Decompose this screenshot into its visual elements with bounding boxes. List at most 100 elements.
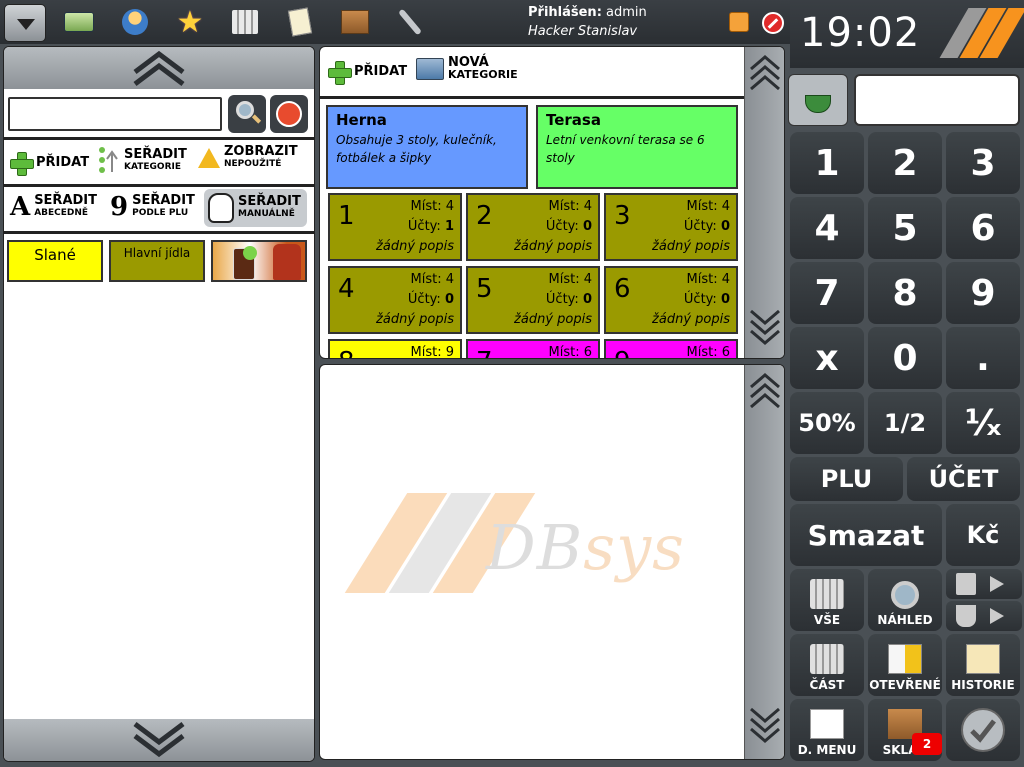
favorite-button[interactable] bbox=[270, 95, 308, 133]
sort-manual-button[interactable]: SEŘADIT MANUÁLNĚ bbox=[204, 189, 307, 227]
alpha-sort-icon: A bbox=[10, 192, 31, 222]
category-list: Slané Hlavní jídla bbox=[4, 231, 314, 283]
accounts-value: 0 bbox=[582, 292, 592, 307]
category-main-dishes[interactable]: Hlavní jídla bbox=[109, 240, 205, 282]
move-account-button[interactable] bbox=[946, 569, 1022, 599]
tables-toolbar: PŘIDAT NOVÁ KATEGORIE bbox=[320, 47, 744, 99]
category-label: Hlavní jídla bbox=[123, 246, 191, 260]
key-dot[interactable]: . bbox=[946, 327, 1020, 389]
key-0[interactable]: 0 bbox=[868, 327, 942, 389]
keypad-display[interactable] bbox=[854, 74, 1020, 126]
sort-plu-button[interactable]: 9 SEŘADIT PODLE PLU bbox=[110, 194, 195, 220]
table-item[interactable]: 5 Míst: 4 Účty: 0 žádný popis bbox=[466, 266, 600, 334]
historie-button[interactable]: HISTORIE bbox=[946, 634, 1020, 696]
clipboard-icon bbox=[956, 573, 976, 595]
confirm-button[interactable] bbox=[946, 699, 1020, 761]
add-room-button[interactable]: PŘIDAT bbox=[328, 61, 407, 85]
table-item[interactable]: 4 Míst: 4 Účty: 0 žádný popis bbox=[328, 266, 462, 334]
order-panel: DBsys bbox=[319, 364, 785, 760]
move-tea-button[interactable] bbox=[946, 601, 1022, 631]
seats-label: Míst: bbox=[548, 345, 580, 359]
key-3[interactable]: 3 bbox=[946, 132, 1020, 194]
search-button[interactable] bbox=[228, 95, 266, 133]
box-icon[interactable] bbox=[338, 6, 372, 38]
plu-button[interactable]: PLU bbox=[790, 457, 903, 501]
stop-icon[interactable] bbox=[762, 12, 784, 34]
chevron-down-icon[interactable] bbox=[749, 307, 781, 347]
otevrene-button[interactable]: OTEVŘENÉ bbox=[868, 634, 942, 696]
tea-button[interactable] bbox=[788, 74, 848, 126]
sklad-button[interactable]: SKLAD 2 bbox=[868, 699, 942, 761]
category-drinks-image[interactable] bbox=[211, 240, 307, 282]
key-reciprocal[interactable]: ¹⁄ₓ bbox=[946, 392, 1020, 454]
chevron-down-icon[interactable] bbox=[749, 705, 781, 745]
cast-button[interactable]: ČÁST bbox=[790, 634, 864, 696]
category-salty[interactable]: Slané bbox=[7, 240, 103, 282]
table-number: 3 bbox=[614, 201, 631, 231]
login-label: Přihlášen: bbox=[528, 5, 602, 20]
table-item[interactable]: 8 Míst: 9 bbox=[328, 339, 462, 358]
table-item[interactable]: 7 Míst: 6 bbox=[466, 339, 600, 359]
menu-dropdown-button[interactable] bbox=[4, 4, 46, 42]
note-icon[interactable] bbox=[283, 6, 317, 38]
key-8[interactable]: 8 bbox=[868, 262, 942, 324]
key-multiply[interactable]: x bbox=[790, 327, 864, 389]
coins-icon[interactable] bbox=[228, 6, 262, 38]
card-icon[interactable] bbox=[62, 6, 96, 38]
nahled-button[interactable]: NÁHLED bbox=[868, 569, 942, 631]
table-item[interactable]: 9 Míst: 6 bbox=[604, 339, 738, 358]
key-half[interactable]: 1/2 bbox=[868, 392, 942, 454]
show-label: ZOBRAZIT bbox=[224, 144, 298, 159]
chevron-up-icon[interactable] bbox=[749, 53, 781, 93]
user-icon[interactable] bbox=[118, 6, 152, 38]
table-item[interactable]: 1 Míst: 4 Účty: 1 žádný popis bbox=[328, 193, 462, 261]
notification-badge: 2 bbox=[912, 733, 942, 755]
table-desc: žádný popis bbox=[652, 312, 730, 327]
sort-categories-button[interactable]: SEŘADIT KATEGORIE bbox=[98, 146, 187, 176]
accounts-label: Účty: bbox=[545, 292, 579, 307]
search-input[interactable] bbox=[8, 97, 222, 131]
key-5[interactable]: 5 bbox=[868, 197, 942, 259]
lock-icon[interactable] bbox=[729, 12, 749, 32]
key-50-percent[interactable]: 50% bbox=[790, 392, 864, 454]
table-item[interactable]: 2 Míst: 4 Účty: 0 žádný popis bbox=[466, 193, 600, 261]
new-category-button[interactable]: NOVÁ KATEGORIE bbox=[416, 56, 518, 81]
key-7[interactable]: 7 bbox=[790, 262, 864, 324]
key-6[interactable]: 6 bbox=[946, 197, 1020, 259]
scroll-down-button[interactable] bbox=[4, 719, 314, 761]
add-product-button[interactable]: PŘIDAT bbox=[10, 152, 89, 176]
table-item[interactable]: 6 Míst: 4 Účty: 0 žádný popis bbox=[604, 266, 738, 334]
daily-menu-button[interactable]: D. MENU bbox=[790, 699, 864, 761]
seats-value: 4 bbox=[445, 272, 454, 287]
accounts-value: 0 bbox=[444, 292, 454, 307]
key-4[interactable]: 4 bbox=[790, 197, 864, 259]
sort-alphabetical-button[interactable]: A SEŘADIT ABECEDNĚ bbox=[10, 192, 97, 222]
tea-cup-icon bbox=[805, 95, 831, 113]
seats-value: 4 bbox=[583, 199, 592, 214]
watermark-db: DB bbox=[486, 511, 584, 584]
scroll-up-button[interactable] bbox=[4, 47, 314, 89]
rum-bottle-icon bbox=[273, 244, 301, 280]
smazat-button[interactable]: Smazat bbox=[790, 504, 942, 566]
lime-icon bbox=[243, 246, 257, 260]
table-item[interactable]: 3 Míst: 4 Účty: 0 žádný popis bbox=[604, 193, 738, 261]
dmenu-label: D. MENU bbox=[797, 743, 857, 757]
wrench-icon[interactable] bbox=[393, 6, 427, 38]
manual-sublabel: MANUÁLNĚ bbox=[238, 209, 295, 219]
show-unused-button[interactable]: ZOBRAZIT NEPOUŽITÉ bbox=[198, 144, 298, 170]
seats-value: 4 bbox=[583, 272, 592, 287]
kc-button[interactable]: Kč bbox=[946, 504, 1020, 566]
vse-button[interactable]: VŠE bbox=[790, 569, 864, 631]
key-2[interactable]: 2 bbox=[868, 132, 942, 194]
tables-scrollbar[interactable] bbox=[744, 47, 784, 358]
key-9[interactable]: 9 bbox=[946, 262, 1020, 324]
chevron-up-icon[interactable] bbox=[749, 371, 781, 411]
user-name: Hacker Stanislav bbox=[528, 24, 638, 39]
order-scrollbar[interactable] bbox=[744, 365, 784, 759]
accounts-label: Účty: bbox=[407, 219, 441, 234]
room-terasa[interactable]: Terasa Letní venkovní terasa se 6 stoly bbox=[536, 105, 738, 189]
key-1[interactable]: 1 bbox=[790, 132, 864, 194]
star-icon[interactable]: ★ bbox=[173, 5, 207, 40]
ucet-button[interactable]: ÚČET bbox=[907, 457, 1020, 501]
room-herna[interactable]: Herna Obsahuje 3 stoly, kulečník, fotbál… bbox=[326, 105, 528, 189]
